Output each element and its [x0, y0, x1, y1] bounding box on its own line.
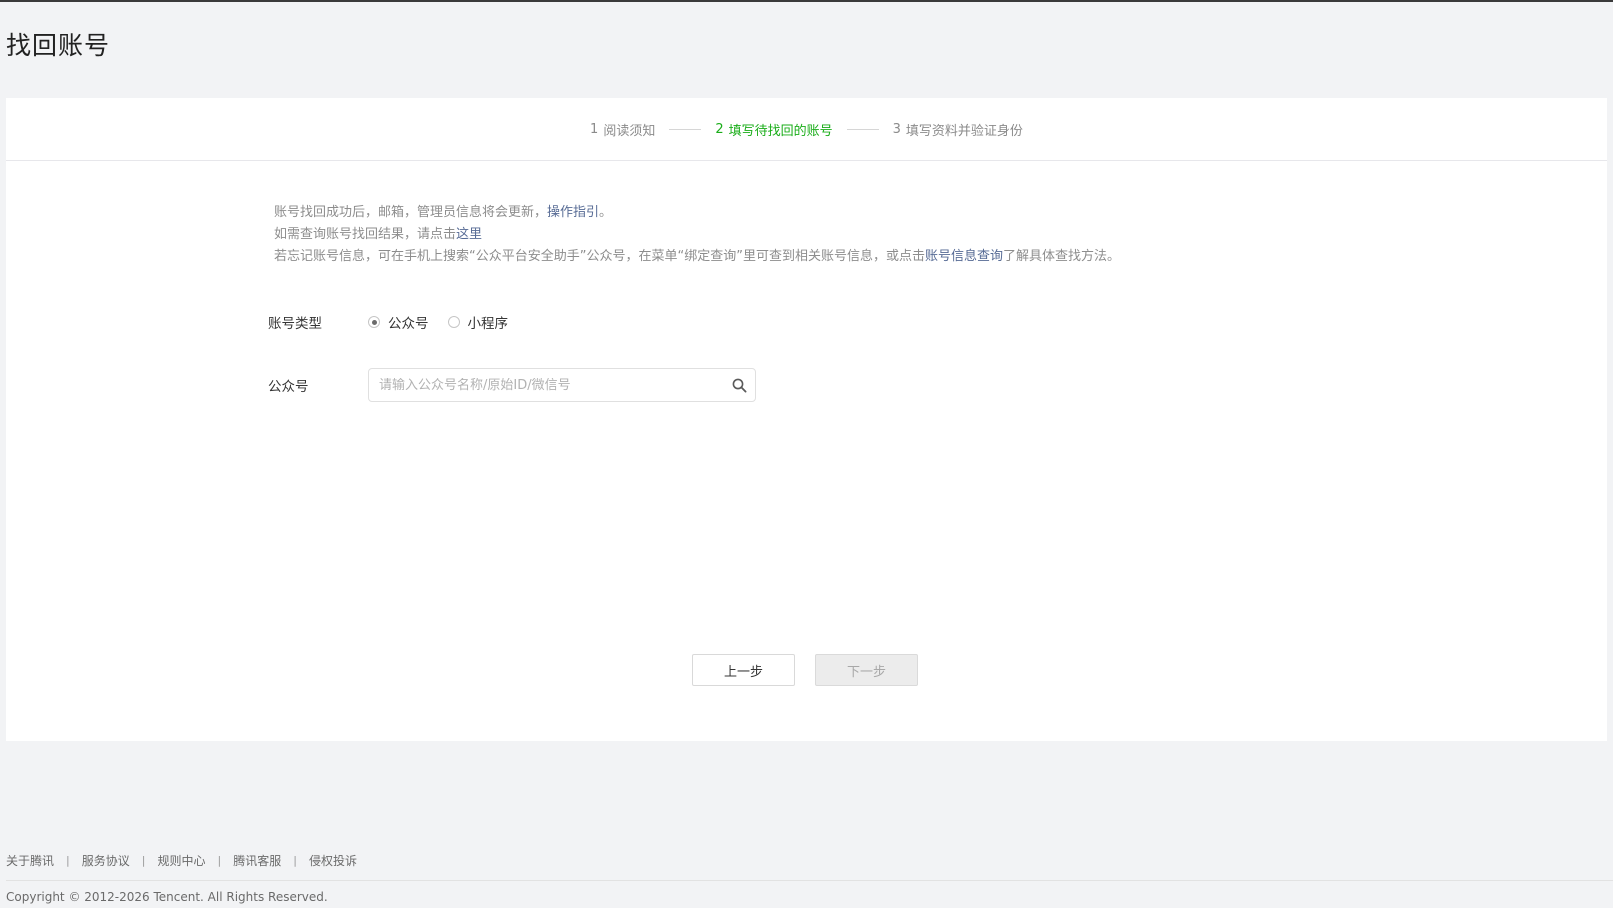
query-result-link[interactable]: 这里	[456, 227, 482, 242]
notice-line-2: 如需查询账号找回结果，请点击这里	[274, 224, 1120, 246]
footer-link-infringement[interactable]: 侵权投诉	[309, 852, 357, 869]
top-border	[0, 0, 1613, 2]
step-separator	[846, 128, 879, 130]
operation-guide-link[interactable]: 操作指引	[547, 205, 599, 220]
notice-period: 。	[599, 205, 613, 220]
footer-separator: |	[293, 854, 297, 867]
next-step-button[interactable]: 下一步	[815, 654, 918, 686]
radio-label: 小程序	[467, 316, 509, 332]
step-label: 填写资料并验证身份	[905, 123, 1023, 139]
radio-mini-program[interactable]: 小程序	[447, 312, 509, 332]
account-search-row: 公众号	[268, 368, 756, 402]
footer-separator: |	[217, 854, 222, 867]
footer-link-service-agreement[interactable]: 服务协议	[82, 852, 130, 869]
account-label: 公众号	[268, 379, 309, 395]
step-number: 1	[590, 121, 599, 137]
radio-checked-icon[interactable]	[368, 316, 380, 328]
step-2: 2 填写待找回的账号	[715, 120, 832, 139]
footer-link-customer-service[interactable]: 腾讯客服	[233, 852, 281, 869]
footer-separator: |	[66, 854, 70, 867]
page-title: 找回账号	[6, 31, 111, 60]
footer-divider	[6, 880, 1613, 881]
footer-separator: |	[141, 854, 146, 867]
notice-text-2: 如需查询账号找回结果，请点击	[274, 227, 457, 242]
step-indicator: 1 阅读须知 2 填写待找回的账号 3 填写资料并验证身份	[6, 98, 1607, 161]
step-3: 3 填写资料并验证身份	[893, 120, 1023, 139]
footer-links: 关于腾讯 | 服务协议 | 规则中心 | 腾讯客服 | 侵权投诉	[6, 852, 357, 869]
account-type-row: 账号类型 公众号 小程序	[268, 312, 527, 332]
account-search-input[interactable]	[379, 377, 731, 393]
step-number: 2	[715, 121, 724, 137]
footer-link-about[interactable]: 关于腾讯	[6, 852, 54, 869]
account-search-box[interactable]	[368, 368, 756, 402]
step-label: 填写待找回的账号	[728, 123, 833, 139]
step-label: 阅读须知	[603, 123, 656, 139]
search-icon[interactable]	[731, 377, 747, 393]
radio-official-account[interactable]: 公众号	[368, 312, 429, 332]
step-1: 1 阅读须知	[590, 120, 655, 139]
notice-text-3: 若忘记账号信息，可在手机上搜索“公众平台安全助手”公众号，在菜单“绑定查询”里可…	[274, 249, 925, 264]
account-type-label: 账号类型	[268, 316, 322, 332]
notice-line-1: 账号找回成功后，邮箱，管理员信息将会更新，操作指引。	[274, 202, 1120, 224]
step-number: 3	[892, 121, 901, 137]
radio-unchecked-icon[interactable]	[447, 316, 460, 328]
main-card: 1 阅读须知 2 填写待找回的账号 3 填写资料并验证身份 账号找回成功后，邮箱…	[6, 98, 1607, 741]
notice-text-1: 账号找回成功后，邮箱，管理员信息将会更新，	[274, 205, 548, 220]
step-separator	[669, 128, 702, 130]
notice-line-3: 若忘记账号信息，可在手机上搜索“公众平台安全助手”公众号，在菜单“绑定查询”里可…	[274, 246, 1120, 268]
notice-text-3-end: 了解具体查找方法。	[1002, 249, 1120, 264]
radio-label: 公众号	[388, 316, 429, 332]
previous-step-button[interactable]: 上一步	[692, 654, 795, 686]
account-info-query-link[interactable]: 账号信息查询	[925, 249, 1003, 264]
footer-link-rules-center[interactable]: 规则中心	[157, 852, 205, 869]
notice-text: 账号找回成功后，邮箱，管理员信息将会更新，操作指引。 如需查询账号找回结果，请点…	[274, 202, 1120, 268]
copyright-text: Copyright © 2012-2026 Tencent. All Right…	[6, 890, 328, 904]
